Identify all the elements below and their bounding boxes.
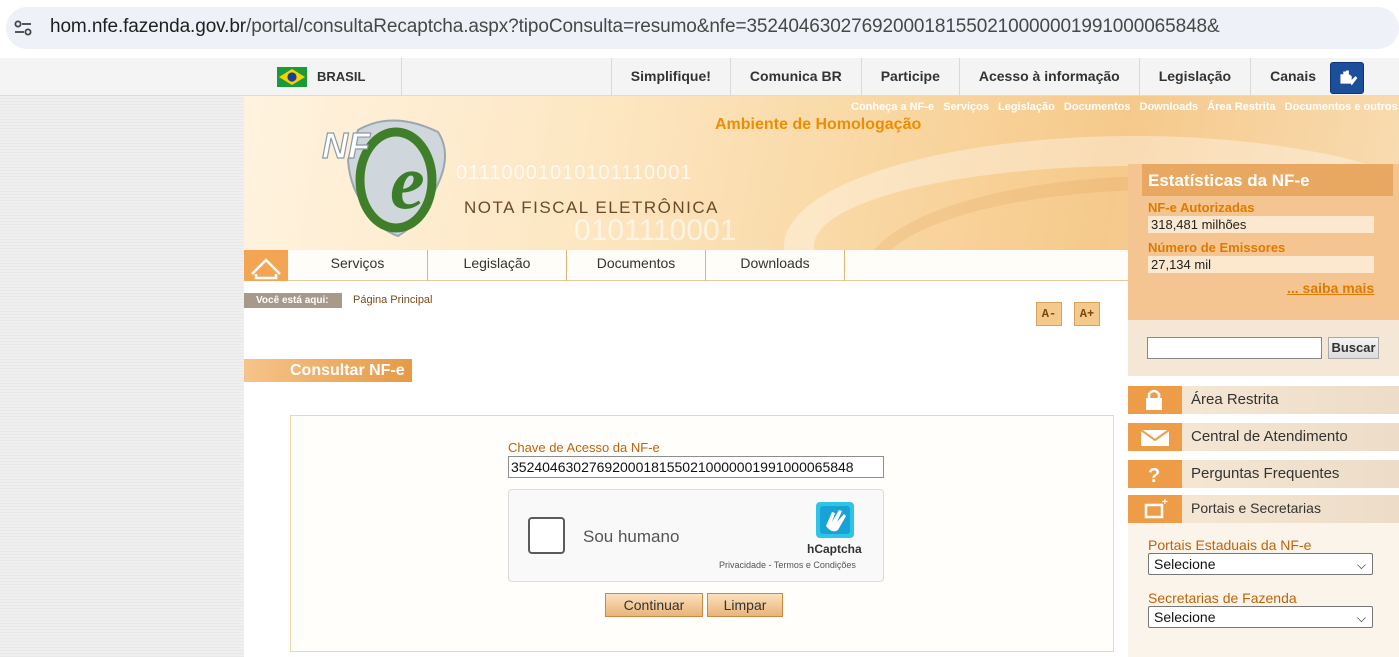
portais-label: Portais Estaduais da NF-e <box>1148 537 1312 553</box>
search-button[interactable]: Buscar <box>1328 337 1379 359</box>
top-link-documentos[interactable]: Documentos <box>1064 101 1131 113</box>
saiba-mais-link[interactable]: ... saiba mais <box>1287 280 1374 296</box>
captcha-label: Sou humano <box>583 527 680 546</box>
chave-acesso-input[interactable]: 3524046302769200018155021000000199100006… <box>508 456 884 478</box>
gov-brasil-link[interactable]: BRASIL <box>262 58 402 95</box>
home-icon <box>251 258 281 280</box>
top-link-downloads[interactable]: Downloads <box>1140 101 1199 113</box>
home-button[interactable] <box>244 250 288 281</box>
top-link-legislacao[interactable]: Legislação <box>998 101 1055 113</box>
top-link-documentos-outros[interactable]: Documentos e outros <box>1285 101 1398 113</box>
top-links: Conheça a NF-e Serviços Legislação Docum… <box>851 101 1398 113</box>
top-link-conheca[interactable]: Conheça a NF-e <box>851 101 934 113</box>
banner-title: NOTA FISCAL ELETRÔNICA <box>464 198 719 217</box>
stats-emissores-label: Número de Emissores <box>1148 240 1286 255</box>
breadcrumb-current[interactable]: Página Principal <box>353 294 433 306</box>
site-info-icon[interactable] <box>14 20 32 36</box>
svg-text:+: + <box>1162 497 1168 508</box>
portais-select[interactable]: Selecione ⌵ <box>1148 553 1373 575</box>
window-plus-icon: + <box>1128 495 1182 523</box>
page-left-background <box>0 96 244 657</box>
envelope-icon <box>1128 423 1182 451</box>
gov-bar: BRASIL Simplifique! Comunica BR Particip… <box>0 58 1399 96</box>
ambiente-label: Ambiente de Homologação <box>715 116 922 133</box>
vlibras-accessibility-icon[interactable] <box>1330 62 1364 94</box>
stats-emissores-value: 27,134 mil <box>1148 256 1374 273</box>
stats-autorizadas-value: 318,481 milhões <box>1148 216 1374 233</box>
nav-downloads[interactable]: Downloads <box>706 250 845 281</box>
stats-title: Estatísticas da NF-e <box>1142 164 1393 196</box>
gov-link-canais[interactable]: Canais <box>1250 58 1335 95</box>
top-link-servicos[interactable]: Serviços <box>943 101 989 113</box>
brasil-label: BRASIL <box>317 69 366 84</box>
stats-autorizadas-label: NF-e Autorizadas <box>1148 200 1255 215</box>
font-increase-button[interactable]: A+ <box>1074 302 1100 326</box>
brazil-flag-icon <box>277 67 307 87</box>
question-icon: ? <box>1128 460 1182 488</box>
browser-toolbar: hom.nfe.fazenda.gov.br/portal/consultaRe… <box>0 0 1399 58</box>
chave-acesso-label: Chave de Acesso da NF-e <box>508 440 660 455</box>
banner-binary-text: 0101110001 <box>574 214 737 247</box>
url-path: /portal/consultaRecaptcha.aspx?tipoConsu… <box>246 16 1220 37</box>
svg-text:?: ? <box>1148 465 1160 487</box>
svg-text:NF: NF <box>322 125 371 166</box>
font-decrease-button[interactable]: A- <box>1036 302 1062 326</box>
gov-link-participe[interactable]: Participe <box>860 58 959 95</box>
banner-binary-text: 01110001010101110001 <box>456 162 693 184</box>
page-title: Consultar NF-e <box>244 359 412 382</box>
gov-link-simplifique[interactable]: Simplifique! <box>610 58 730 95</box>
gov-link-legislacao[interactable]: Legislação <box>1138 58 1250 95</box>
gov-links: Simplifique! Comunica BR Participe Acess… <box>610 58 1335 95</box>
gov-link-comunica[interactable]: Comunica BR <box>729 58 861 95</box>
nav-servicos[interactable]: Serviços <box>288 250 428 281</box>
hcaptcha-links[interactable]: Privacidade - Termos e Condições <box>719 560 856 570</box>
hcaptcha-brand: hCaptcha <box>807 542 862 556</box>
nav-documentos[interactable]: Documentos <box>567 250 706 281</box>
nfe-logo-icon[interactable]: e NF <box>318 110 458 240</box>
continuar-button[interactable]: Continuar <box>605 593 703 617</box>
chevron-down-icon: ⌵ <box>1356 611 1366 625</box>
gov-link-acesso-informacao[interactable]: Acesso à informação <box>958 58 1139 95</box>
hcaptcha-logo-icon[interactable] <box>814 500 856 540</box>
secretarias-select[interactable]: Selecione ⌵ <box>1148 606 1373 628</box>
sidebar-label-central-atendimento: Central de Atendimento <box>1191 428 1348 445</box>
url-domain: hom.nfe.fazenda.gov.br <box>50 16 247 37</box>
captcha-checkbox[interactable] <box>528 517 565 554</box>
limpar-button[interactable]: Limpar <box>707 593 783 617</box>
nav-legislacao[interactable]: Legislação <box>428 250 567 281</box>
svg-text:e: e <box>390 138 425 225</box>
sidebar-label-area-restrita: Área Restrita <box>1191 391 1279 408</box>
search-input[interactable] <box>1147 337 1322 359</box>
portais-selected: Selecione <box>1154 556 1216 572</box>
sidebar-label-portais-secretarias: Portais e Secretarias <box>1191 500 1321 516</box>
lock-icon <box>1128 386 1182 414</box>
sidebar-label-perguntas-frequentes: Perguntas Frequentes <box>1191 465 1340 482</box>
breadcrumb-label: Você está aqui: <box>244 293 342 308</box>
secretarias-selected: Selecione <box>1154 609 1216 625</box>
top-link-area-restrita[interactable]: Área Restrita <box>1207 101 1275 113</box>
url-text[interactable]: hom.nfe.fazenda.gov.br/portal/consultaRe… <box>50 16 1220 38</box>
secretarias-label: Secretarias de Fazenda <box>1148 590 1297 606</box>
chevron-down-icon: ⌵ <box>1356 558 1366 572</box>
